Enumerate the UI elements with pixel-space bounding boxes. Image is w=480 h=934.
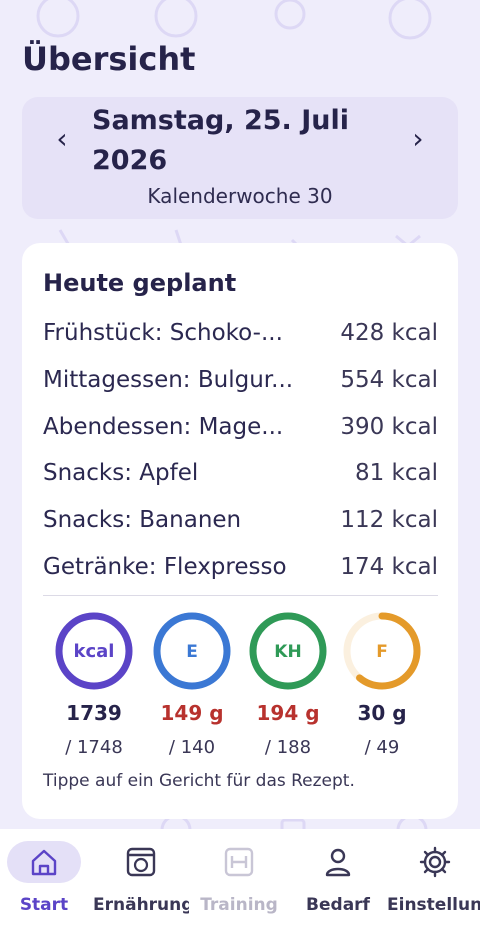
meal-name: Mittagessen: Bulgur... bbox=[43, 367, 294, 393]
meal-kcal: 428 kcal bbox=[340, 320, 438, 346]
calendar-week: Kalenderwoche 30 bbox=[147, 184, 333, 208]
macro-kcal: kcal 1739 / 1748 bbox=[54, 611, 134, 758]
macro-target: / 188 bbox=[264, 737, 312, 758]
divider bbox=[43, 595, 438, 596]
meal-name: Snacks: Bananen bbox=[43, 507, 242, 533]
dumbbell-icon bbox=[202, 841, 276, 883]
ring-label: F bbox=[376, 642, 388, 662]
progress-ring: E bbox=[153, 612, 231, 690]
macro-value: 149 g bbox=[160, 701, 224, 725]
meal-row-drinks[interactable]: Getränke: Flexpresso 174 kcal bbox=[43, 550, 438, 584]
tab-label: Start bbox=[19, 895, 69, 915]
meal-row-breakfast[interactable]: Frühstück: Schoko-... 428 kcal bbox=[43, 316, 438, 350]
macro-value: 194 g bbox=[256, 701, 320, 725]
planned-today-card: Heute geplant Frühstück: Schoko-... 428 … bbox=[22, 243, 458, 819]
home-icon bbox=[7, 841, 81, 883]
macro-fat: F 30 g / 49 bbox=[342, 611, 422, 758]
meal-kcal: 112 kcal bbox=[340, 507, 438, 533]
person-icon bbox=[301, 841, 375, 883]
meal-row-snack-apple[interactable]: Snacks: Apfel 81 kcal bbox=[43, 456, 438, 490]
macro-protein: E 149 g / 140 bbox=[152, 611, 232, 758]
tab-nutrition[interactable]: Ernährung bbox=[93, 841, 189, 915]
macro-value: 1739 bbox=[66, 701, 122, 725]
meal-name: Abendessen: Mage... bbox=[43, 414, 284, 440]
page-title: Übersicht bbox=[22, 40, 196, 78]
macro-value: 30 g bbox=[357, 701, 407, 725]
tab-label: Bedarf bbox=[306, 895, 370, 915]
date-selector: ‹ Samstag, 25. Juli 2026 › Kalenderwoche… bbox=[22, 97, 458, 219]
progress-ring: F bbox=[343, 612, 421, 690]
bottom-tab-bar: Start Ernährung Training Bedarf Einstell… bbox=[0, 829, 480, 934]
meal-name: Getränke: Flexpresso bbox=[43, 554, 287, 580]
tab-requirements[interactable]: Bedarf bbox=[290, 841, 386, 915]
meal-kcal: 554 kcal bbox=[340, 367, 438, 393]
chevron-left-icon[interactable]: ‹ bbox=[48, 125, 76, 153]
meal-kcal: 390 kcal bbox=[340, 414, 438, 440]
tab-training[interactable]: Training bbox=[191, 841, 287, 915]
card-title: Heute geplant bbox=[43, 269, 237, 297]
tab-label: Einstellungen bbox=[387, 895, 480, 915]
progress-ring: KH bbox=[249, 612, 327, 690]
meal-name: Frühstück: Schoko-... bbox=[43, 320, 283, 346]
meal-name: Snacks: Apfel bbox=[43, 460, 199, 486]
ring-label: kcal bbox=[74, 641, 115, 662]
chevron-right-icon[interactable]: › bbox=[404, 125, 432, 153]
meal-kcal: 174 kcal bbox=[340, 554, 438, 580]
macro-target: / 49 bbox=[364, 737, 400, 758]
tab-label: Ernährung bbox=[93, 895, 189, 915]
ring-label: KH bbox=[274, 642, 301, 662]
progress-ring: kcal bbox=[55, 612, 133, 690]
tab-start[interactable]: Start bbox=[0, 841, 92, 915]
macro-carbs: KH 194 g / 188 bbox=[248, 611, 328, 758]
nutrition-icon bbox=[104, 841, 178, 883]
selected-date[interactable]: Samstag, 25. Juli 2026 bbox=[92, 101, 382, 181]
ring-label: E bbox=[186, 642, 198, 662]
macro-target: / 140 bbox=[168, 737, 216, 758]
recipe-hint: Tippe auf ein Gericht für das Rezept. bbox=[43, 771, 355, 791]
meal-row-dinner[interactable]: Abendessen: Mage... 390 kcal bbox=[43, 410, 438, 444]
meal-row-snack-banana[interactable]: Snacks: Bananen 112 kcal bbox=[43, 503, 438, 537]
meal-kcal: 81 kcal bbox=[354, 460, 438, 486]
macro-target: / 1748 bbox=[65, 737, 123, 758]
tab-settings[interactable]: Einstellungen bbox=[387, 841, 480, 915]
gear-icon bbox=[398, 841, 472, 883]
tab-label: Training bbox=[200, 895, 278, 915]
meal-row-lunch[interactable]: Mittagessen: Bulgur... 554 kcal bbox=[43, 363, 438, 397]
